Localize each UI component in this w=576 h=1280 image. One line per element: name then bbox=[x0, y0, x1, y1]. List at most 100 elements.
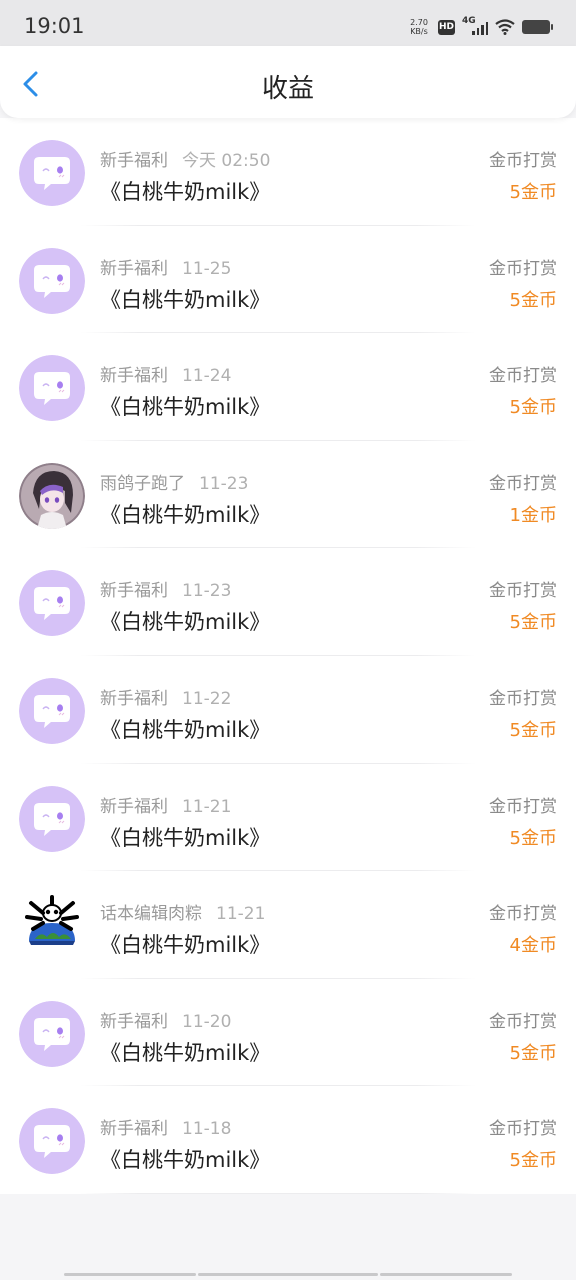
item-meta: 新手福利 11-21 bbox=[100, 792, 231, 817]
status-time: 19:01 bbox=[24, 14, 85, 38]
reward-type: 金币打赏 bbox=[489, 1011, 557, 1032]
work-title: 《白桃牛奶milk》 bbox=[100, 610, 271, 635]
reward-amount: 5金币 bbox=[509, 397, 557, 419]
list-item[interactable]: 新手福利 今天 02:50 《白桃牛奶milk》 金币打赏 5金币 bbox=[0, 118, 576, 226]
reward-amount: 5金币 bbox=[509, 612, 557, 634]
chat-bubble-avatar-icon bbox=[19, 1000, 85, 1067]
status-bar: 19:01 2.70 KB/s HD 4G bbox=[0, 0, 576, 46]
list-item[interactable]: 新手福利 11-25 《白桃牛奶milk》 金币打赏 5金币 bbox=[0, 226, 576, 334]
chat-bubble-avatar-icon bbox=[19, 785, 85, 852]
avatar[interactable] bbox=[19, 355, 85, 422]
item-meta: 新手福利 今天 02:50 bbox=[100, 146, 270, 171]
avatar[interactable] bbox=[19, 1000, 85, 1067]
avatar[interactable] bbox=[19, 140, 85, 206]
item-date: 11-21 bbox=[216, 904, 266, 925]
item-date: 11-18 bbox=[182, 1119, 232, 1140]
item-date: 今天 02:50 bbox=[182, 151, 271, 171]
avatar[interactable] bbox=[19, 247, 85, 314]
page-title: 收益 bbox=[261, 74, 314, 104]
sender-name: 新手福利 bbox=[100, 151, 168, 171]
work-title: 《白桃牛奶milk》 bbox=[100, 717, 271, 742]
net-speed-value: 2.70 bbox=[410, 18, 428, 27]
avatar[interactable] bbox=[19, 570, 85, 637]
nav-handle bbox=[198, 1273, 378, 1276]
work-title: 《白桃牛奶milk》 bbox=[100, 180, 271, 204]
item-meta: 新手福利 11-23 bbox=[100, 576, 231, 601]
reward-amount: 5金币 bbox=[509, 1150, 557, 1172]
item-date: 11-25 bbox=[182, 258, 232, 279]
item-meta: 话本编辑肉粽 11-21 bbox=[100, 899, 265, 924]
chat-bubble-avatar-icon bbox=[19, 355, 85, 422]
sender-name: 新手福利 bbox=[100, 796, 168, 817]
chat-bubble-avatar-icon bbox=[19, 677, 85, 744]
list-item[interactable]: 新手福利 11-21 《白桃牛奶milk》 金币打赏 5金币 bbox=[0, 764, 576, 872]
network-type: 4G bbox=[462, 16, 476, 26]
work-title: 《白桃牛奶milk》 bbox=[100, 502, 271, 527]
avatar[interactable] bbox=[19, 1108, 85, 1175]
sender-name: 新手福利 bbox=[100, 1011, 168, 1032]
sender-name: 新手福利 bbox=[100, 366, 168, 387]
work-title: 《白桃牛奶milk》 bbox=[100, 933, 271, 958]
signal-icon: 4G bbox=[462, 16, 488, 35]
reward-amount: 5金币 bbox=[509, 182, 557, 203]
item-meta: 新手福利 11-25 bbox=[100, 254, 231, 279]
item-date: 11-23 bbox=[199, 473, 249, 494]
status-icons: 2.70 KB/s HD 4G bbox=[407, 16, 553, 37]
reward-amount: 5金币 bbox=[509, 289, 557, 311]
earnings-list: 新手福利 今天 02:50 《白桃牛奶milk》 金币打赏 5金币 新手福利 11-25 《白… bbox=[0, 118, 576, 1194]
item-date: 11-21 bbox=[182, 796, 232, 817]
nav-handle bbox=[64, 1273, 196, 1276]
nav-handle bbox=[380, 1273, 512, 1276]
avatar[interactable] bbox=[19, 785, 85, 852]
reward-type: 金币打赏 bbox=[489, 258, 557, 279]
work-title: 《白桃牛奶milk》 bbox=[100, 395, 271, 420]
reward-amount: 5金币 bbox=[509, 827, 557, 849]
item-date: 11-23 bbox=[182, 581, 232, 602]
item-meta: 新手福利 11-22 bbox=[100, 684, 231, 709]
reward-type: 金币打赏 bbox=[489, 366, 557, 387]
row-divider bbox=[80, 1192, 476, 1194]
list-item[interactable]: 新手福利 11-22 《白桃牛奶milk》 金币打赏 5金币 bbox=[0, 656, 576, 764]
list-item[interactable]: 新手福利 11-23 《白桃牛奶milk》 金币打赏 5金币 bbox=[0, 548, 576, 656]
reward-type: 金币打赏 bbox=[489, 473, 557, 494]
reward-type: 金币打赏 bbox=[489, 581, 557, 602]
item-date: 11-22 bbox=[182, 688, 232, 709]
reward-amount: 4金币 bbox=[509, 935, 557, 957]
reward-amount: 5金币 bbox=[509, 719, 557, 741]
avatar[interactable] bbox=[19, 677, 85, 744]
reward-type: 金币打赏 bbox=[489, 904, 557, 925]
list-item[interactable]: 新手福利 11-18 《白桃牛奶milk》 金币打赏 5金币 bbox=[0, 1086, 576, 1194]
list-item[interactable]: 新手福利 11-20 《白桃牛奶milk》 金币打赏 5金币 bbox=[0, 979, 576, 1087]
work-title: 《白桃牛奶milk》 bbox=[100, 287, 271, 312]
item-meta: 新手福利 11-24 bbox=[100, 361, 231, 386]
avatar[interactable] bbox=[19, 462, 85, 529]
item-meta: 新手福利 11-18 bbox=[100, 1114, 231, 1139]
anime-girl-avatar-icon bbox=[19, 462, 85, 529]
hd-icon: HD bbox=[438, 19, 455, 35]
reward-type: 金币打赏 bbox=[489, 151, 557, 171]
wifi-icon bbox=[495, 19, 515, 35]
sender-name: 新手福利 bbox=[100, 1119, 168, 1140]
chat-bubble-avatar-icon bbox=[19, 570, 85, 637]
avatar[interactable] bbox=[19, 893, 85, 960]
chat-bubble-avatar-icon bbox=[19, 1108, 85, 1175]
sender-name: 新手福利 bbox=[100, 581, 168, 602]
item-meta: 新手福利 11-20 bbox=[100, 1007, 231, 1032]
sender-name: 话本编辑肉粽 bbox=[100, 904, 202, 925]
reward-type: 金币打赏 bbox=[489, 1119, 557, 1140]
work-title: 《白桃牛奶milk》 bbox=[100, 825, 271, 850]
list-item[interactable]: 雨鸽子跑了 11-23 《白桃牛奶milk》 金币打赏 1金币 bbox=[0, 441, 576, 549]
list-item[interactable]: 话本编辑肉粽 11-21 《白桃牛奶milk》 金币打赏 4金币 bbox=[0, 871, 576, 979]
battery-icon bbox=[522, 20, 553, 34]
list-item[interactable]: 新手福利 11-24 《白桃牛奶milk》 金币打赏 5金币 bbox=[0, 333, 576, 441]
skull-earth-avatar-icon bbox=[19, 893, 85, 960]
item-date: 11-24 bbox=[182, 366, 232, 387]
chat-bubble-avatar-icon bbox=[19, 140, 85, 206]
work-title: 《白桃牛奶milk》 bbox=[100, 1148, 271, 1173]
net-speed: 2.70 KB/s bbox=[407, 18, 431, 36]
chat-bubble-avatar-icon bbox=[19, 247, 85, 314]
reward-type: 金币打赏 bbox=[489, 796, 557, 817]
sender-name: 新手福利 bbox=[100, 258, 168, 279]
work-title: 《白桃牛奶milk》 bbox=[100, 1040, 271, 1065]
reward-amount: 5金币 bbox=[509, 1042, 557, 1064]
